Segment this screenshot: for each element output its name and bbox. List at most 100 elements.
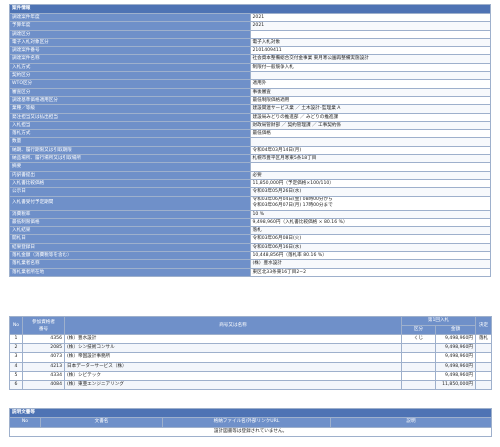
bid-reg-number: 2085 xyxy=(22,343,65,354)
bid-reg-number: 4084 xyxy=(22,380,65,391)
bid-no: 3 xyxy=(9,352,23,363)
bid-row: 5 4334 (株）シビテック 9,498,960円 xyxy=(9,370,492,382)
col-amount-header: 金額 xyxy=(435,325,476,335)
case-info-row: 落札方式 最低価格 xyxy=(9,129,491,139)
case-info-row: 業種／等級 建設関連サービス業 ／ 土木設計･監理業 A xyxy=(9,104,491,114)
field-value: 建設関連サービス業 ／ 土木設計･監理業 A xyxy=(249,104,491,114)
field-label: 入札結果 xyxy=(9,226,251,236)
bid-kubun xyxy=(401,352,436,363)
bid-no: 2 xyxy=(9,343,23,354)
col-kubun-header: 区分 xyxy=(401,325,436,335)
case-info-row: 消費税率 10 % xyxy=(9,209,491,219)
field-value: 制限付一般競争入札 xyxy=(249,62,491,73)
field-label: 予算年度 xyxy=(9,21,251,31)
col-no-header: No xyxy=(9,316,23,335)
field-value xyxy=(249,162,491,172)
bid-decision xyxy=(475,380,492,391)
bid-amount: 9,498,960円 xyxy=(435,370,476,382)
field-value: 必要 xyxy=(249,170,491,180)
bid-decision: 落札 xyxy=(475,333,492,345)
field-value xyxy=(249,29,491,39)
bid-kubun xyxy=(401,343,436,354)
bid-amount: 9,498,960円 xyxy=(435,333,476,345)
bid-no: 1 xyxy=(9,333,23,345)
case-info-row: 落札業者名称 (株）豊水設計 xyxy=(9,259,491,269)
bid-kubun xyxy=(401,380,436,391)
case-info-row: WTO区分 適用外 xyxy=(9,79,491,89)
field-value: 社会資本整備総合交付金事業 東月寒公園再整備実施設計 xyxy=(249,54,491,64)
case-info-row: 契約区分 xyxy=(9,71,491,81)
field-label: 公示日 xyxy=(9,187,251,197)
field-value: 最低価格 xyxy=(249,129,491,139)
field-label: 落札金額（消費税等を含む） xyxy=(9,250,251,261)
field-label: 電子入札対象区分 xyxy=(9,37,251,48)
case-info-row: 調達区分 xyxy=(9,29,491,39)
field-label: 調達基準価格適用区分 xyxy=(9,95,251,106)
bid-kubun: くじ xyxy=(401,333,436,345)
field-label: 入札方式 xyxy=(9,62,251,73)
field-label: 納品場所、履行場所又は引取場所 xyxy=(9,154,251,164)
bid-amount: 9,498,960円 xyxy=(435,343,476,354)
case-info-row: 落札業者所在地 東区北33条東16丁目2−2 xyxy=(9,267,491,277)
case-info-header-row: 案件情報 xyxy=(9,4,491,14)
field-value: 札幌市豊平区月寒東5条18丁目 xyxy=(249,154,491,164)
bid-amount: 9,498,960円 xyxy=(435,361,476,372)
field-label: 調達案件番号 xyxy=(9,46,251,56)
field-value xyxy=(249,137,491,147)
field-value: 令和03年06月08日(火) xyxy=(249,234,491,244)
field-value: 10 % xyxy=(249,209,491,219)
field-value xyxy=(249,71,491,81)
case-info-row: 結果登録日 令和03年06月16日(水) xyxy=(9,242,491,253)
field-label: 発注担当又は払出担当 xyxy=(9,112,251,122)
field-value: 令和03年06月16日(水) xyxy=(249,242,491,253)
field-value: 令和03年06月04日(金) 08時00分から 令和03年06月07日(月) 1… xyxy=(249,195,491,211)
bid-company-name: (株）東亜エンジニアリング xyxy=(64,380,402,391)
field-label: 入札担当 xyxy=(9,120,251,131)
case-info-row: 入札書受付予定期間 令和03年06月04日(金) 08時00分から 令和03年06… xyxy=(9,195,491,211)
bid-reg-number: 4334 xyxy=(22,370,65,382)
field-label: 開札日 xyxy=(9,234,251,244)
docs-col-doc: 文書名 xyxy=(40,417,163,428)
field-label: 調達区分 xyxy=(9,29,251,39)
field-value: 2021 xyxy=(249,12,491,23)
bid-reg-number: 4213 xyxy=(22,361,65,372)
case-info-title: 案件情報 xyxy=(9,4,491,14)
field-label: 調達案件年度 xyxy=(9,12,251,23)
col-reg-header: 参加資格者 番号 xyxy=(22,316,65,335)
case-info-row: 数量 xyxy=(9,137,491,147)
case-info-row: 内訳書提出 必要 xyxy=(9,170,491,180)
field-label: 落札業者名称 xyxy=(9,259,251,269)
docs-col-file: 格納ファイル名/外部リンクURL xyxy=(162,417,331,428)
case-info-row: 調達案件名称 社会資本整備総合交付金事業 東月寒公園再整備実施設計 xyxy=(9,54,491,64)
field-value: 10,448,856円（落札率 80.16 %） xyxy=(249,250,491,261)
field-label: 業種／等級 xyxy=(9,104,251,114)
field-label: 落札業者所在地 xyxy=(9,267,251,277)
bid-row: 3 4073 (株）帝国設計事務所 9,498,960円 xyxy=(9,352,492,363)
field-value: 2101409411 xyxy=(249,46,491,56)
field-value: (株）豊水設計 xyxy=(249,259,491,269)
col-name-header: 商号又は名称 xyxy=(64,316,402,335)
field-label: 契約区分 xyxy=(9,71,251,81)
bid-company-name: (株）帝国設計事務所 xyxy=(64,352,402,363)
case-info-table: 案件情報 調達案件年度 2021 予算年度 2021 調達区分 電子入札対象区分 電子入札対… xyxy=(9,4,491,277)
bid-company-name: (株）シン技術コンサル xyxy=(64,343,402,354)
field-label: WTO区分 xyxy=(9,79,251,89)
field-value: 2021 xyxy=(249,21,491,31)
bid-row: 6 4084 (株）東亜エンジニアリング 11,850,000円 xyxy=(9,380,492,391)
case-info-row: 入札方式 制限付一般競争入札 xyxy=(9,62,491,73)
field-value: 令和03年05月26日(水) xyxy=(249,187,491,197)
case-info-row: 調達案件番号 2101409411 xyxy=(9,46,491,56)
case-info-row: 発注担当又は払出担当 建設局みどりの推進部 ／ みどりの推進課 xyxy=(9,112,491,122)
field-value: 落札 xyxy=(249,226,491,236)
case-info-row: 入札書比較価格 11,850,000円（予定価格×100/110） xyxy=(9,178,491,189)
field-value: 9,498,960円（入札書比較価格 × 80.16 %） xyxy=(249,217,491,228)
case-info-row: 納品場所、履行場所又は引取場所 札幌市豊平区月寒東5条18丁目 xyxy=(9,154,491,164)
docs-empty-message: 設計図書等は登録されていません。 xyxy=(8,426,493,438)
case-info-row: 最低制限価格 9,498,960円（入札書比較価格 × 80.16 %） xyxy=(9,217,491,228)
case-info-row: 電子入札対象区分 電子入札対象 xyxy=(9,37,491,48)
bid-decision xyxy=(475,370,492,382)
field-label: 消費税率 xyxy=(9,209,251,219)
bid-no: 6 xyxy=(9,380,23,391)
bid-no: 4 xyxy=(9,361,23,372)
field-label: 審査区分 xyxy=(9,87,251,97)
